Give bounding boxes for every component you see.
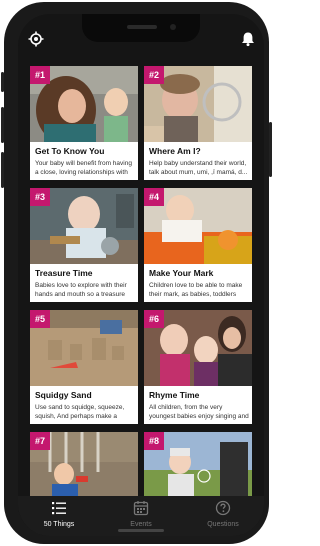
card-number-badge: #7 [30, 432, 50, 450]
card-title: Rhyme Time [149, 390, 200, 400]
card-description: All children, from the very youngest bab… [149, 404, 249, 420]
card-description: Help baby understand their world, talk a… [149, 160, 248, 176]
card-title: Squidgy Sand [35, 390, 92, 400]
activity-grid: #1 Get To Know You Your baby will benefi… [30, 66, 252, 498]
card-title: Get To Know You [35, 146, 105, 156]
home-indicator[interactable] [118, 529, 164, 532]
nav-tab-50-things[interactable]: 50 Things [18, 500, 100, 534]
nav-label: 50 Things [43, 521, 75, 528]
app-screen: #1 Get To Know You Your baby will benefi… [18, 14, 264, 536]
calendar-icon [133, 501, 149, 516]
card-title: Treasure Time [35, 268, 93, 278]
card-description: Children love to be able to make their m… [149, 282, 243, 298]
activity-card[interactable]: #6 Rhyme Time All children, from the ver… [144, 310, 252, 424]
card-description: Use sand to squidge, squeeze, squish, An… [35, 404, 125, 420]
bottom-nav-bar: 50 Things Events Questions [18, 496, 264, 536]
card-description: Babies love to explore with their hands … [35, 282, 127, 298]
card-number-badge: #3 [30, 188, 50, 206]
notch [82, 14, 200, 42]
bell-icon[interactable] [240, 31, 256, 47]
card-title: Make Your Mark [149, 268, 214, 278]
card-number-badge: #4 [144, 188, 164, 206]
activity-card[interactable]: #7 [30, 432, 138, 498]
card-title: Where Am I? [149, 146, 201, 156]
power-button [269, 122, 272, 177]
speaker [127, 25, 157, 29]
nav-label: Questions [207, 521, 239, 528]
card-number-badge: #1 [30, 66, 50, 84]
card-number-badge: #2 [144, 66, 164, 84]
card-number-badge: #8 [144, 432, 164, 450]
activity-card[interactable]: #3 Treasure Time Babies love to explore … [30, 188, 138, 302]
card-number-badge: #5 [30, 310, 50, 328]
activity-card[interactable]: #4 Make Your Mark Children love to be ab… [144, 188, 252, 302]
card-description: Your baby will benefit from having a clo… [35, 160, 132, 176]
activity-card[interactable]: #5 Squidgy Sand Use sand to squidge, squ… [30, 310, 138, 424]
activity-card[interactable]: #1 Get To Know You Your baby will benefi… [30, 66, 138, 180]
card-number-badge: #6 [144, 310, 164, 328]
activity-card[interactable]: #2 Where Am I? Help baby understand thei… [144, 66, 252, 180]
volume-up-button [1, 107, 4, 143]
location-icon[interactable] [28, 31, 44, 47]
nav-label: Events [130, 521, 152, 528]
phone-frame: #1 Get To Know You Your baby will benefi… [1, 2, 272, 544]
volume-down-button [1, 152, 4, 188]
list-icon [52, 502, 66, 515]
front-camera [170, 24, 176, 30]
side-button [1, 72, 4, 92]
nav-tab-questions[interactable]: Questions [182, 500, 264, 534]
help-icon [215, 500, 231, 516]
activity-card[interactable]: #8 [144, 432, 252, 498]
